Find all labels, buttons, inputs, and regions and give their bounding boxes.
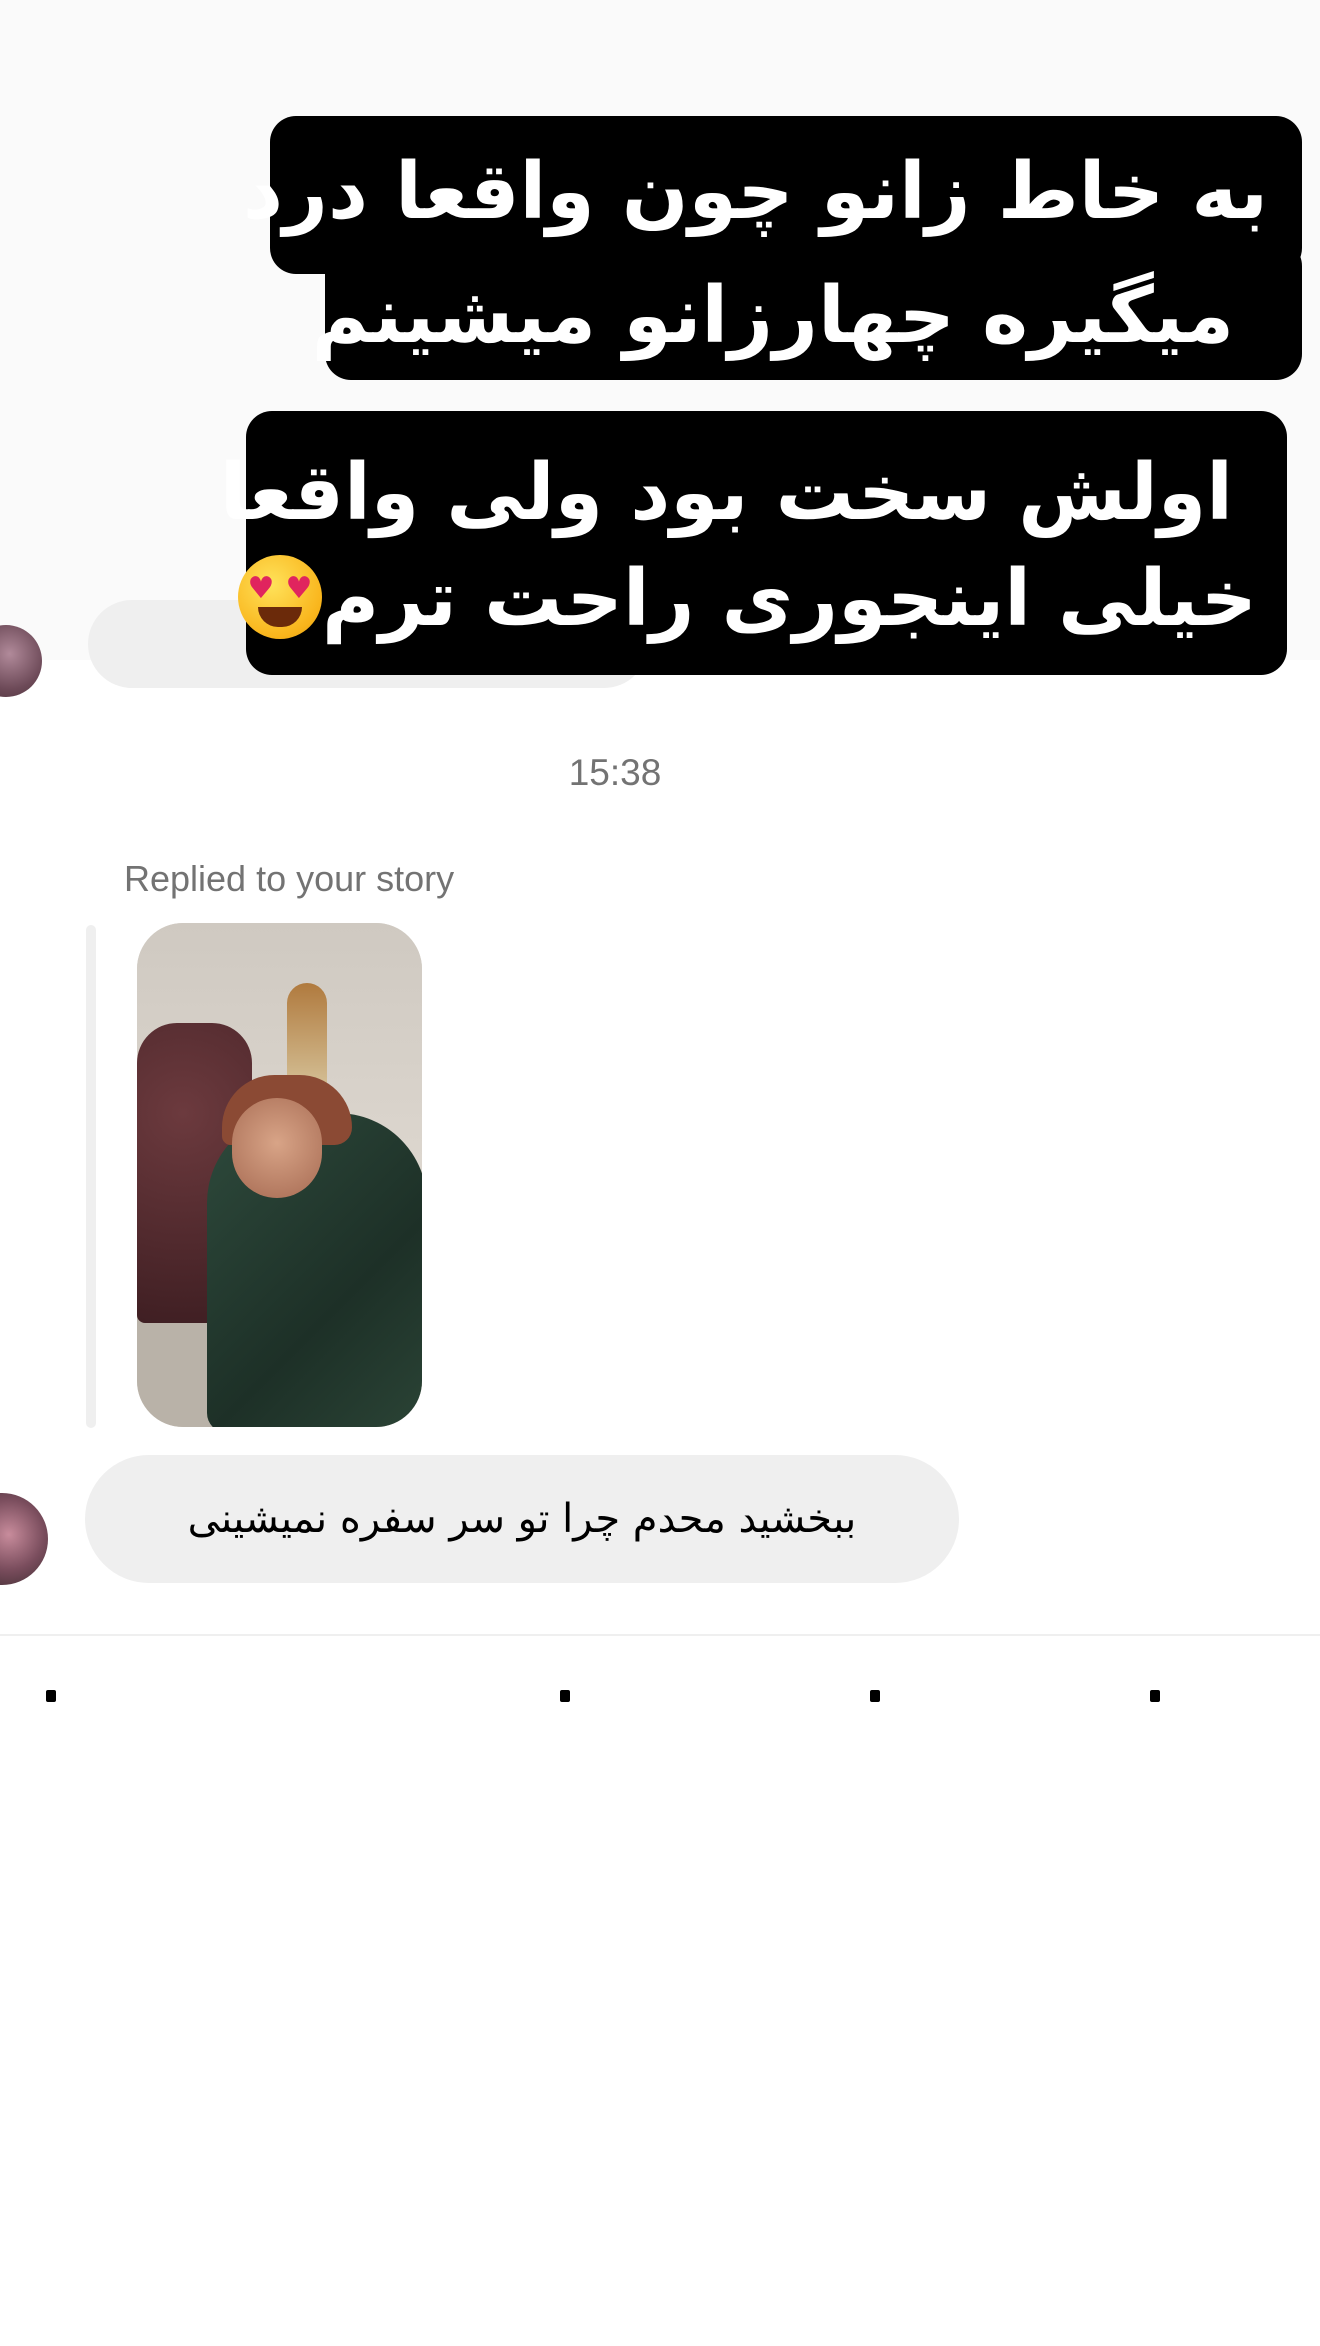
- story-caption-block-2: اولش سخت بود ولی واقعا خیلی اینجوری راحت…: [220, 411, 1287, 675]
- replied-to-story-label: Replied to your story: [124, 858, 455, 899]
- story-thumbnail[interactable]: [137, 923, 422, 1427]
- story-caption-line-1: به خاط زانو چون واقعا درد: [243, 147, 1268, 237]
- clipped-fragment: [46, 1690, 56, 1702]
- sender-avatar[interactable]: [0, 1493, 48, 1585]
- message-timestamp: 15:38: [568, 752, 662, 793]
- clipped-content-row: [0, 1682, 1320, 1702]
- message-bubble[interactable]: ببخشید محدم چرا تو سر سفره نمیشینی: [85, 1455, 959, 1583]
- story-caption-line-4: خیلی اینجوری راحت ترم: [321, 554, 1257, 644]
- story-caption-block-1-bottom: میگیره چهارزانو میشینم: [312, 240, 1302, 380]
- story-caption-line-2: میگیره چهارزانو میشینم: [311, 271, 1234, 361]
- heart-eyes-emoji-icon: ♥ ♥: [237, 555, 322, 639]
- story-caption-line-4-wrap: خیلی اینجوری راحت ترم ♥ ♥: [234, 549, 1257, 649]
- clipped-fragment: [1150, 1690, 1160, 1702]
- reply-indicator-bar: [86, 925, 96, 1428]
- clipped-fragment: [560, 1690, 570, 1702]
- composer-divider: [0, 1634, 1320, 1636]
- message-text: ببخشید محدم چرا تو سر سفره نمیشینی: [187, 1496, 857, 1542]
- story-caption-line-3: اولش سخت بود ولی واقعا: [219, 448, 1233, 538]
- clipped-fragment: [870, 1690, 880, 1702]
- story-thumbnail-face: [232, 1098, 322, 1198]
